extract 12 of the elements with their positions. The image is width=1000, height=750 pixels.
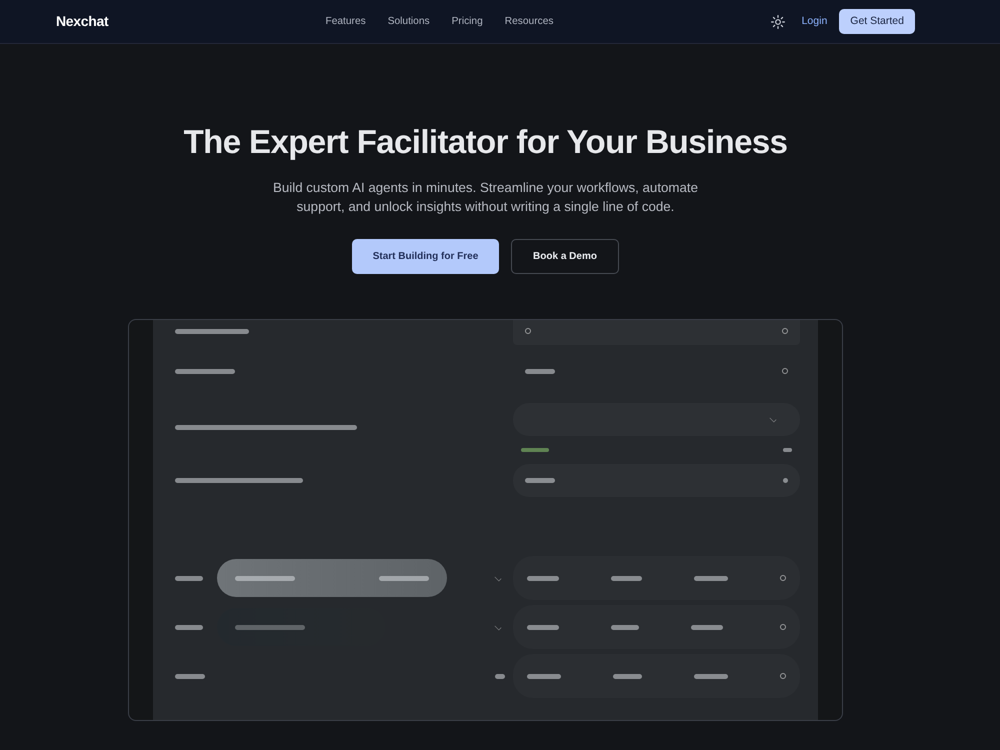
sun-icon[interactable] <box>770 14 785 28</box>
start-building-button[interactable]: Start Building for Free <box>352 239 499 274</box>
nav-link[interactable]: Solutions <box>376 14 441 30</box>
nav-link[interactable]: Pricing <box>440 14 494 30</box>
brand-logo[interactable]: Nexchat <box>56 11 108 32</box>
hero-title: The Expert Facilitator for Your Business <box>182 124 788 160</box>
hero-subtitle: Build custom AI agents in minutes. Streamline your workflows, automate support, and unlock insights without writing a single line of code. <box>272 179 699 216</box>
login-link[interactable]: Login <box>802 14 828 30</box>
book-demo-button[interactable]: Book a Demo <box>511 239 619 274</box>
nav-link[interactable]: Features <box>314 14 377 30</box>
nav-link[interactable]: Resources <box>494 14 564 30</box>
get-started-button[interactable]: Get Started <box>839 9 915 34</box>
